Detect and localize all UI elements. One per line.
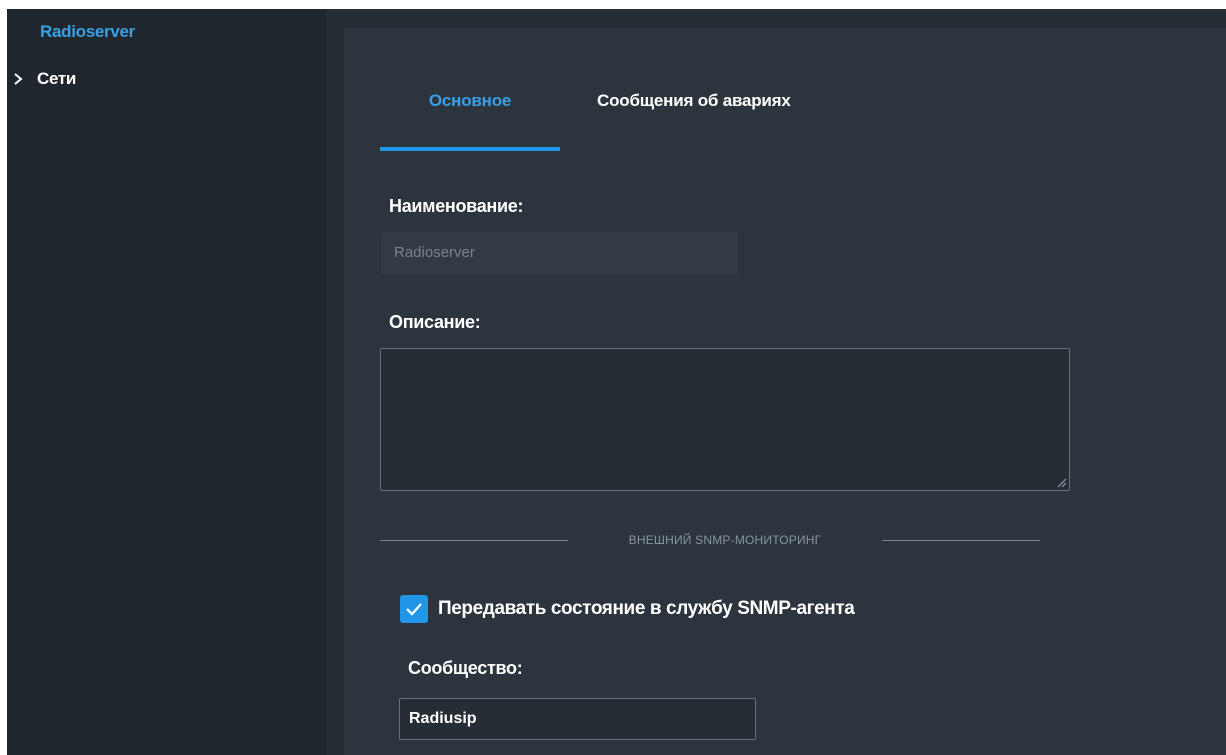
panel-splitter[interactable]	[326, 9, 344, 755]
chevron-right-icon[interactable]	[13, 72, 23, 86]
name-label: Наименование:	[389, 196, 524, 216]
community-input[interactable]: Radiusip	[399, 698, 756, 740]
active-tab-indicator	[380, 147, 560, 151]
name-field[interactable]: Radioserver	[381, 231, 738, 275]
tree-item-radioserver[interactable]: Radioserver	[40, 22, 135, 42]
sidebar-tree: Radioserver Сети	[7, 9, 326, 755]
properties-panel: Основное Сообщения об авариях Наименован…	[344, 9, 1226, 755]
tree-item-networks-label: Сети	[37, 69, 77, 88]
resize-handle-icon[interactable]	[1055, 476, 1067, 488]
description-textarea[interactable]	[380, 348, 1070, 491]
app-window: Radioserver Сети Основное Сообщения об а…	[0, 0, 1226, 755]
tab-alarm-messages[interactable]: Сообщения об авариях	[597, 91, 791, 111]
section-separator: ВНЕШНИЙ SNMP-МОНИТОРИНГ	[380, 530, 1040, 550]
separator-line-right	[882, 540, 1040, 541]
separator-line-left	[380, 540, 568, 541]
properties-content: Основное Сообщения об авариях Наименован…	[344, 28, 1226, 755]
tree-item-networks[interactable]: Сети	[13, 69, 76, 89]
section-title: ВНЕШНИЙ SNMP-МОНИТОРИНГ	[628, 533, 822, 547]
community-label: Сообщество:	[408, 658, 523, 678]
snmp-checkbox-row[interactable]: Передавать состояние в службу SNMP-агент…	[400, 595, 855, 623]
snmp-checkbox-label: Передавать состояние в службу SNMP-агент…	[438, 598, 855, 619]
snmp-checkbox[interactable]	[400, 595, 428, 623]
checkmark-icon	[406, 603, 422, 616]
description-label: Описание:	[389, 312, 481, 332]
tab-general[interactable]: Основное	[380, 91, 560, 111]
